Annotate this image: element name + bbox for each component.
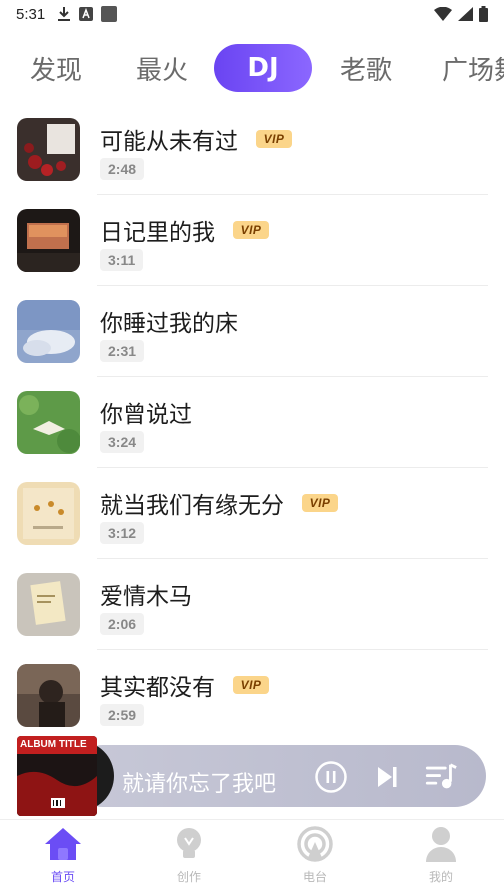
song-cover xyxy=(17,573,80,636)
album-title-text: ALBUM TITLE xyxy=(20,739,87,750)
song-title: 日记里的我 xyxy=(100,220,215,246)
wifi-icon xyxy=(434,7,452,21)
song-title: 爱情木马 xyxy=(100,584,192,610)
next-icon xyxy=(378,767,397,787)
song-cover xyxy=(17,482,80,545)
song-title: 就当我们有缘无分 xyxy=(100,493,284,519)
song-cover xyxy=(17,664,80,727)
song-cover xyxy=(17,209,80,272)
song-row[interactable]: 其实都没有 VIP 2:59 xyxy=(0,650,504,734)
nav-label: 创作 xyxy=(176,870,201,884)
song-cover xyxy=(17,118,80,181)
home-icon xyxy=(45,828,81,860)
now-playing-title: 就请你忘了我吧 xyxy=(122,772,277,797)
next-button[interactable] xyxy=(370,760,404,794)
song-duration: 2:31 xyxy=(100,340,145,362)
song-cover xyxy=(17,300,80,363)
square-icon xyxy=(101,6,118,22)
nav-label: 首页 xyxy=(50,870,75,884)
song-duration: 2:48 xyxy=(100,158,145,180)
tab-oldies[interactable]: 老歌 xyxy=(324,44,408,92)
tab-square-dance[interactable]: 广场舞 xyxy=(430,44,504,92)
vip-badge: VIP xyxy=(233,221,269,239)
signal-icon xyxy=(458,7,473,21)
song-row[interactable]: 就当我们有缘无分 VIP 3:12 xyxy=(0,468,504,559)
bulb-icon xyxy=(177,828,201,858)
status-icons-left xyxy=(57,6,118,22)
battery-icon xyxy=(479,6,488,22)
song-row[interactable]: 你曾说过 3:24 xyxy=(0,377,504,468)
song-list: 可能从未有过 VIP 2:48 日记里的我 VIP 3:11 你睡过我的床 2:… xyxy=(0,104,504,734)
nav-label: 我的 xyxy=(428,870,453,884)
nav-home[interactable]: 首页 xyxy=(0,826,126,894)
status-icons-right xyxy=(434,6,488,22)
song-duration: 2:06 xyxy=(100,613,145,635)
song-row[interactable]: 日记里的我 VIP 3:11 xyxy=(0,195,504,286)
song-duration: 3:11 xyxy=(100,249,144,271)
song-title-wrap: 其实都没有 VIP xyxy=(100,668,269,702)
playlist-icon xyxy=(425,763,457,789)
song-title: 你曾说过 xyxy=(100,402,192,428)
song-title-wrap: 可能从未有过 VIP xyxy=(100,122,292,156)
nav-radio[interactable]: 电台 xyxy=(252,826,378,894)
tab-dj[interactable]: DJ xyxy=(214,44,312,92)
song-title-wrap: 你睡过我的床 xyxy=(100,304,238,338)
a-box-icon xyxy=(79,7,94,21)
radio-icon xyxy=(297,826,333,862)
vip-badge: VIP xyxy=(302,494,338,512)
playlist-button[interactable] xyxy=(424,760,458,794)
download-icon xyxy=(57,6,71,22)
song-title-wrap: 爱情木马 xyxy=(100,577,192,611)
player-album-art[interactable]: ALBUM TITLE xyxy=(17,736,97,816)
tab-hottest[interactable]: 最火 xyxy=(120,44,204,92)
pause-icon xyxy=(315,761,347,793)
nav-mine[interactable]: 我的 xyxy=(378,826,504,894)
mini-player[interactable]: ALBUM TITLE 就请你忘了我吧 xyxy=(0,733,504,819)
song-duration: 2:59 xyxy=(100,704,145,726)
song-duration: 3:24 xyxy=(100,431,145,453)
vip-badge: VIP xyxy=(256,130,292,148)
bottom-nav: 首页 创作 电台 我的 xyxy=(0,819,504,896)
song-title: 其实都没有 xyxy=(100,675,215,701)
song-duration: 3:12 xyxy=(100,522,145,544)
song-title-wrap: 日记里的我 VIP xyxy=(100,213,269,247)
vip-badge: VIP xyxy=(233,676,269,694)
song-title: 可能从未有过 xyxy=(100,129,238,155)
status-bar: 5:31 xyxy=(0,0,504,28)
category-tabs: 发现 最火 DJ 老歌 广场舞 xyxy=(0,44,504,96)
song-row[interactable]: 可能从未有过 VIP 2:48 xyxy=(0,104,504,195)
nav-create[interactable]: 创作 xyxy=(126,826,252,894)
song-title-wrap: 就当我们有缘无分 VIP xyxy=(100,486,338,520)
song-cover xyxy=(17,391,80,454)
tab-discover[interactable]: 发现 xyxy=(14,44,98,92)
song-row[interactable]: 你睡过我的床 2:31 xyxy=(0,286,504,377)
status-time: 5:31 xyxy=(16,5,46,23)
song-title-wrap: 你曾说过 xyxy=(100,395,192,429)
song-row[interactable]: 爱情木马 2:06 xyxy=(0,559,504,650)
user-icon xyxy=(426,827,456,862)
nav-label: 电台 xyxy=(302,870,327,884)
pause-button[interactable] xyxy=(314,760,348,794)
song-title: 你睡过我的床 xyxy=(100,311,238,337)
